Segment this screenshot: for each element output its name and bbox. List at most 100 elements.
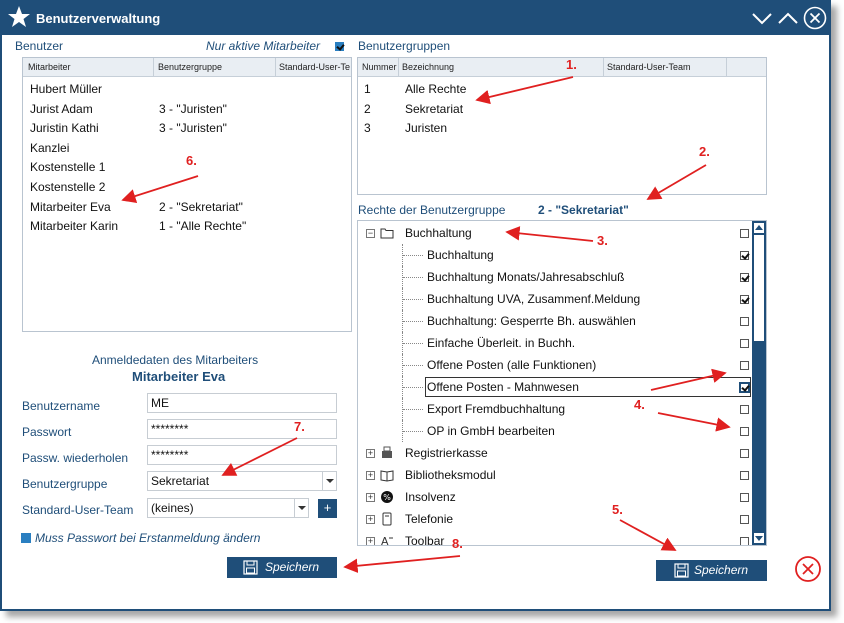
user-row-name[interactable]: Kanzlei <box>30 141 69 155</box>
annotation-4: 4. <box>634 397 645 412</box>
rights-tree-item[interactable]: Offene Posten - Mahnwesen <box>358 376 752 398</box>
group-label: Benutzergruppe <box>22 477 108 491</box>
tree-connector <box>403 299 423 300</box>
annotation-2: 2. <box>699 144 710 159</box>
folder-icon <box>380 228 394 239</box>
user-row-name[interactable]: Kostenstelle 2 <box>30 180 105 194</box>
password-input[interactable]: ******** <box>147 419 337 439</box>
rights-scrollbar[interactable] <box>752 221 766 545</box>
expand-icon[interactable]: + <box>366 449 375 458</box>
group-row-number[interactable]: 3 <box>364 121 371 135</box>
rights-tree-item[interactable]: OP in GmbH bearbeiten <box>358 420 752 442</box>
password-repeat-input[interactable]: ******** <box>147 445 337 465</box>
rights-item-checkbox[interactable] <box>740 361 749 370</box>
groups-table-header: Nummer Bezeichnung Standard-User-Team <box>358 58 766 77</box>
rights-item-checkbox[interactable] <box>740 515 749 524</box>
rights-item-checkbox[interactable] <box>740 493 749 502</box>
group-dropdown-icon[interactable] <box>322 472 336 490</box>
users-col-group[interactable]: Benutzergruppe <box>158 62 222 72</box>
close-dialog-icon[interactable] <box>794 555 822 583</box>
svg-text:A: A <box>381 535 389 546</box>
user-row-name[interactable]: Hubert Müller <box>30 82 102 96</box>
login-heading: Anmeldedaten des Mitarbeiters <box>92 353 259 367</box>
user-row-name[interactable]: Mitarbeiter Eva <box>30 200 111 214</box>
active-only-checkbox[interactable] <box>335 42 344 51</box>
groups-col-team[interactable]: Standard-User-Team <box>607 62 691 72</box>
user-row-name[interactable]: Mitarbeiter Karin <box>30 219 118 233</box>
users-panel-label: Benutzer <box>15 39 64 53</box>
scroll-down-icon[interactable] <box>754 533 764 543</box>
rights-item-checkbox[interactable] <box>740 405 749 414</box>
tree-connector <box>403 255 423 256</box>
group-row-name[interactable]: Juristen <box>405 121 447 135</box>
group-row-name[interactable]: Sekretariat <box>405 102 463 116</box>
team-dropdown-icon[interactable] <box>294 499 308 517</box>
rights-item-checkbox[interactable] <box>740 295 749 304</box>
team-label: Standard-User-Team <box>22 503 134 517</box>
library-icon <box>380 470 394 482</box>
group-row-number[interactable]: 1 <box>364 82 371 96</box>
must-change-checkbox[interactable] <box>21 533 31 543</box>
user-row-name[interactable]: Kostenstelle 1 <box>30 160 105 174</box>
scroll-thumb[interactable] <box>754 235 764 341</box>
rights-tree-item[interactable]: Buchhaltung UVA, Zusammenf.Meldung <box>358 288 752 310</box>
expand-icon[interactable]: + <box>366 493 375 502</box>
close-window-icon[interactable] <box>803 6 827 30</box>
rights-item-label: Insolvenz <box>405 490 456 504</box>
scroll-up-icon[interactable] <box>754 223 764 233</box>
add-team-button[interactable]: + <box>318 499 337 518</box>
rights-item-checkbox[interactable] <box>740 317 749 326</box>
collapse-icon[interactable]: − <box>366 229 375 238</box>
users-col-employee[interactable]: Mitarbeiter <box>28 62 71 72</box>
rights-item-checkbox[interactable] <box>740 537 749 545</box>
rights-tree-item[interactable]: Offene Posten (alle Funktionen) <box>358 354 752 376</box>
rights-item-checkbox[interactable] <box>740 273 749 282</box>
rights-item-checkbox[interactable] <box>740 251 749 260</box>
expand-icon[interactable]: + <box>366 471 375 480</box>
rights-item-checkbox[interactable] <box>740 229 749 238</box>
group-row-name[interactable]: Alle Rechte <box>405 82 466 96</box>
annotation-3: 3. <box>597 233 608 248</box>
save-rights-button[interactable]: Speichern <box>656 560 767 581</box>
group-select[interactable]: Sekretariat <box>147 471 337 491</box>
expand-icon[interactable]: + <box>366 537 375 545</box>
user-row-group[interactable]: 3 - "Juristen" <box>159 121 227 135</box>
rights-panel-label: Rechte der Benutzergruppe <box>358 203 506 217</box>
rights-tree-item[interactable]: + Telefonie <box>358 508 752 530</box>
maximize-chevron-up-icon[interactable] <box>776 6 800 30</box>
minimize-chevron-down-icon[interactable] <box>750 6 774 30</box>
users-col-team[interactable]: Standard-User-Te <box>279 62 351 72</box>
groups-col-number[interactable]: Nummer <box>362 62 397 72</box>
rights-item-checkbox[interactable] <box>739 382 750 393</box>
rights-item-checkbox[interactable] <box>740 471 749 480</box>
user-row-group[interactable]: 1 - "Alle Rechte" <box>159 219 246 233</box>
rights-tree-item[interactable]: + Bibliotheksmodul <box>358 464 752 486</box>
group-row-number[interactable]: 2 <box>364 102 371 116</box>
user-row-group[interactable]: 3 - "Juristen" <box>159 102 227 116</box>
rights-tree-item[interactable]: + A Toolbar <box>358 530 752 546</box>
username-input[interactable]: ME <box>147 393 337 413</box>
groups-col-name[interactable]: Bezeichnung <box>402 62 454 72</box>
expand-icon[interactable]: + <box>366 515 375 524</box>
rights-tree-item[interactable]: − Buchhaltung <box>358 222 752 244</box>
rights-tree-item[interactable]: Buchhaltung <box>358 244 752 266</box>
save-user-button[interactable]: Speichern <box>227 557 337 578</box>
rights-item-label: Buchhaltung <box>405 226 472 240</box>
user-row-group[interactable]: 2 - "Sekretariat" <box>159 200 243 214</box>
rights-tree-item[interactable]: + Registrierkasse <box>358 442 752 464</box>
annotation-7: 7. <box>294 419 305 434</box>
rights-tree-item[interactable]: Export Fremdbuchhaltung <box>358 398 752 420</box>
rights-item-checkbox[interactable] <box>740 339 749 348</box>
user-management-window: Benutzerverwaltung Benutzer Nur aktive M… <box>0 0 831 611</box>
rights-item-checkbox[interactable] <box>740 449 749 458</box>
user-row-name[interactable]: Juristin Kathi <box>30 121 99 135</box>
team-select[interactable]: (keines) <box>147 498 309 518</box>
user-row-name[interactable]: Jurist Adam <box>30 102 93 116</box>
rights-item-label: Offene Posten (alle Funktionen) <box>427 358 597 372</box>
rights-tree-item[interactable]: Einfache Überleit. in Buchh. <box>358 332 752 354</box>
rights-item-checkbox[interactable] <box>740 427 749 436</box>
rights-tree-item[interactable]: Buchhaltung Monats/Jahresabschluß <box>358 266 752 288</box>
insolvency-icon: % <box>381 491 393 503</box>
rights-tree-item[interactable]: Buchhaltung: Gesperrte Bh. auswählen <box>358 310 752 332</box>
rights-tree-item[interactable]: +% Insolvenz <box>358 486 752 508</box>
